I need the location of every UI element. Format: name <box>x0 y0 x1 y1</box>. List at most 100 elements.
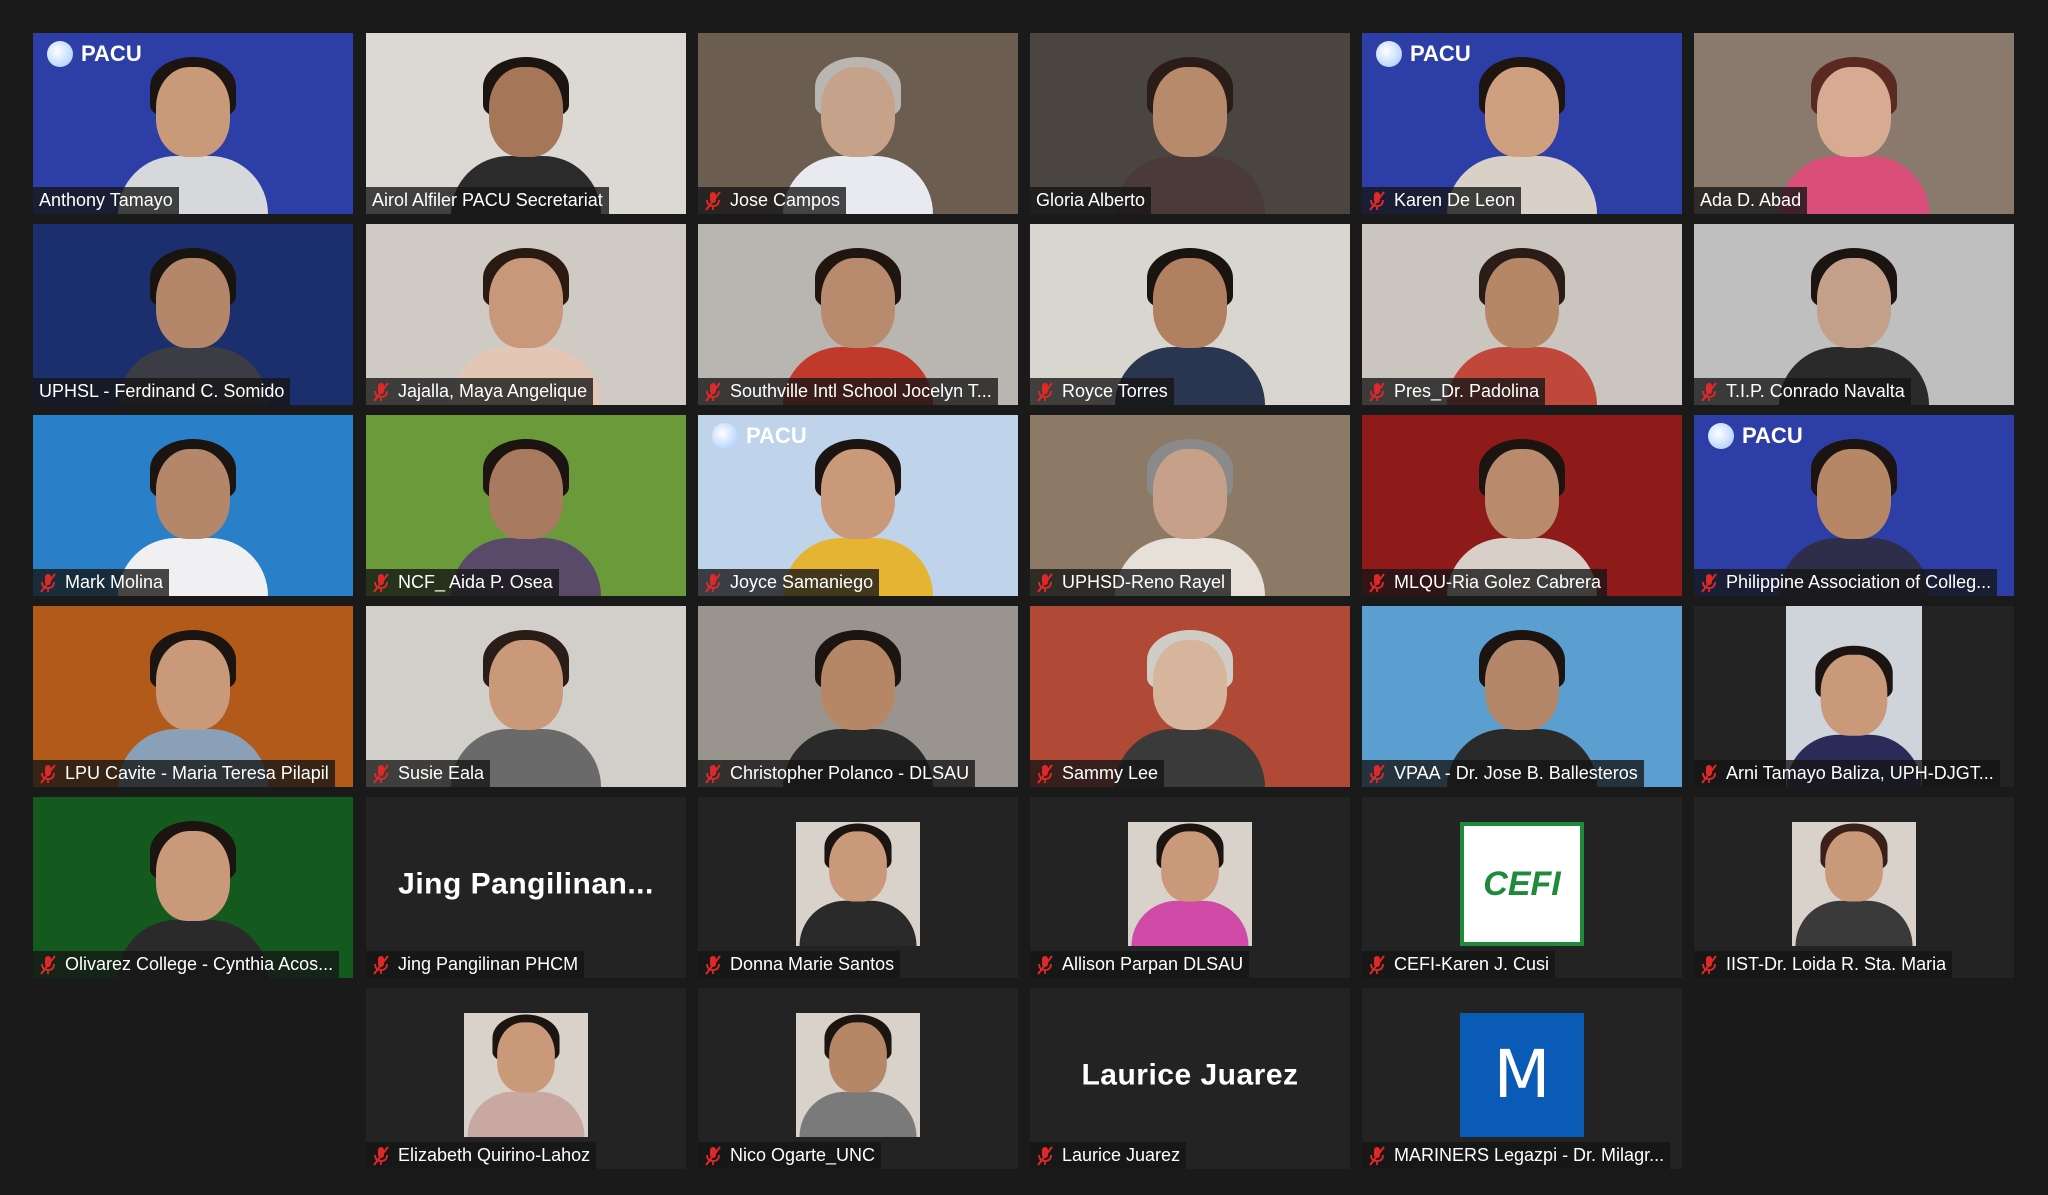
participant-tile[interactable]: MLQU-Ria Golez Cabrera <box>1362 415 1682 596</box>
participant-tile[interactable]: Olivarez College - Cynthia Acos... <box>33 797 353 978</box>
muted-mic-icon <box>39 954 57 975</box>
participant-name-label: Sammy Lee <box>1030 760 1165 787</box>
participant-video-figure <box>799 1013 917 1137</box>
participant-tile[interactable]: Sammy Lee <box>1030 606 1350 787</box>
participant-name: Nico Ogarte_UNC <box>730 1145 876 1165</box>
participant-name-label: UPHSL - Ferdinand C. Somido <box>33 378 291 405</box>
participant-name-label: Donna Marie Santos <box>698 951 901 978</box>
participant-name-label: Joyce Samaniego <box>698 569 880 596</box>
participant-tile[interactable]: Susie Eala <box>366 606 686 787</box>
participant-tile[interactable]: LPU Cavite - Maria Teresa Pilapil <box>33 606 353 787</box>
participant-video-figure <box>467 1013 585 1137</box>
participant-tile[interactable]: Allison Parpan DLSAU <box>1030 797 1350 978</box>
participant-name-label: Arni Tamayo Baliza, UPH-DJGT... <box>1694 760 2000 787</box>
muted-mic-icon <box>39 763 57 784</box>
muted-mic-icon <box>704 1145 722 1166</box>
participant-tile[interactable]: IIST-Dr. Loida R. Sta. Maria <box>1694 797 2014 978</box>
muted-mic-icon <box>1368 1145 1386 1166</box>
participant-tile[interactable]: Elizabeth Quirino-Lahoz <box>366 988 686 1169</box>
participant-tile[interactable]: Gloria Alberto <box>1030 33 1350 214</box>
participant-name-label: Royce Torres <box>1030 378 1174 405</box>
participant-name: Gloria Alberto <box>1036 190 1146 210</box>
participant-name: Jing Pangilinan PHCM <box>398 954 579 974</box>
participant-tile[interactable]: PACU Philippine Association of Colleg... <box>1694 415 2014 596</box>
participant-name-label: Jing Pangilinan PHCM <box>366 951 585 978</box>
participant-tile[interactable]: Pres_Dr. Padolina <box>1362 224 1682 405</box>
participant-video-figure <box>1795 822 1913 946</box>
muted-mic-icon <box>39 572 57 593</box>
participant-name: Royce Torres <box>1062 381 1168 401</box>
participant-name-label: Susie Eala <box>366 760 491 787</box>
profile-photo <box>1128 822 1252 946</box>
participant-tile[interactable]: UPHSL - Ferdinand C. Somido <box>33 224 353 405</box>
participant-tile[interactable]: NCF_ Aida P. Osea <box>366 415 686 596</box>
profile-photo <box>796 822 920 946</box>
muted-mic-icon <box>1700 572 1718 593</box>
participant-name: Jajalla, Maya Angelique <box>398 381 588 401</box>
participant-name-label: Allison Parpan DLSAU <box>1030 951 1250 978</box>
participant-tile[interactable]: T.I.P. Conrado Navalta <box>1694 224 2014 405</box>
muted-mic-icon <box>704 190 722 211</box>
participant-name: VPAA - Dr. Jose B. Ballesteros <box>1394 763 1638 783</box>
participant-name-label: Philippine Association of Colleg... <box>1694 569 1998 596</box>
participant-tile[interactable]: Nico Ogarte_UNC <box>698 988 1018 1169</box>
participant-name-label: Nico Ogarte_UNC <box>698 1142 882 1169</box>
profile-photo <box>464 1013 588 1137</box>
participant-name: Allison Parpan DLSAU <box>1062 954 1244 974</box>
pacu-logo-icon <box>1708 423 1734 449</box>
participant-tile[interactable]: Donna Marie Santos <box>698 797 1018 978</box>
participant-tile[interactable]: Southville Intl School Jocelyn T... <box>698 224 1018 405</box>
participant-name-label: Jajalla, Maya Angelique <box>366 378 594 405</box>
participant-tile[interactable]: VPAA - Dr. Jose B. Ballesteros <box>1362 606 1682 787</box>
display-name: Laurice Juarez <box>1081 1058 1299 1092</box>
muted-mic-icon <box>372 381 390 402</box>
participant-tile[interactable]: CEFI CEFI-Karen J. Cusi <box>1362 797 1682 978</box>
participant-name: Christopher Polanco - DLSAU <box>730 763 970 783</box>
participant-name: CEFI-Karen J. Cusi <box>1394 954 1550 974</box>
participant-name: Pres_Dr. Padolina <box>1394 381 1540 401</box>
muted-mic-icon <box>1368 763 1386 784</box>
participant-name: UPHSD-Reno Rayel <box>1062 572 1226 592</box>
participant-name: Elizabeth Quirino-Lahoz <box>398 1145 591 1165</box>
participant-tile[interactable]: M MARINERS Legazpi - Dr. Milagr... <box>1362 988 1682 1169</box>
muted-mic-icon <box>704 763 722 784</box>
participant-name: MLQU-Ria Golez Cabrera <box>1394 572 1602 592</box>
muted-mic-icon <box>704 572 722 593</box>
participant-tile[interactable]: Airol Alfiler PACU Secretariat <box>366 33 686 214</box>
participant-tile[interactable]: PACU Anthony Tamayo <box>33 33 353 214</box>
participant-name-label: CEFI-Karen J. Cusi <box>1362 951 1556 978</box>
pacu-logo-icon <box>1376 41 1402 67</box>
muted-mic-icon <box>1036 572 1054 593</box>
participant-name-label: MLQU-Ria Golez Cabrera <box>1362 569 1608 596</box>
participant-name: Philippine Association of Colleg... <box>1726 572 1992 592</box>
participant-tile[interactable]: Laurice Juarez Laurice Juarez <box>1030 988 1350 1169</box>
muted-mic-icon <box>704 954 722 975</box>
participant-tile[interactable]: Jajalla, Maya Angelique <box>366 224 686 405</box>
participant-tile[interactable]: Jose Campos <box>698 33 1018 214</box>
muted-mic-icon <box>372 1145 390 1166</box>
participant-name-label: Olivarez College - Cynthia Acos... <box>33 951 340 978</box>
pacu-logo-icon <box>47 41 73 67</box>
participant-tile[interactable]: Arni Tamayo Baliza, UPH-DJGT... <box>1694 606 2014 787</box>
participant-name: IIST-Dr. Loida R. Sta. Maria <box>1726 954 1947 974</box>
participant-tile[interactable]: PACU Karen De Leon <box>1362 33 1682 214</box>
participant-name-label: Elizabeth Quirino-Lahoz <box>366 1142 597 1169</box>
participant-name: Ada D. Abad <box>1700 190 1802 210</box>
participant-tile[interactable]: PACU Joyce Samaniego <box>698 415 1018 596</box>
participant-tile[interactable]: Royce Torres <box>1030 224 1350 405</box>
participant-tile[interactable]: Christopher Polanco - DLSAU <box>698 606 1018 787</box>
participant-tile[interactable]: Jing Pangilinan... Jing Pangilinan PHCM <box>366 797 686 978</box>
participant-tile[interactable]: Ada D. Abad <box>1694 33 2014 214</box>
participant-tile[interactable]: UPHSD-Reno Rayel <box>1030 415 1350 596</box>
participant-name-label: Ada D. Abad <box>1694 187 1808 214</box>
participant-name-label: IIST-Dr. Loida R. Sta. Maria <box>1694 951 1953 978</box>
muted-mic-icon <box>1368 381 1386 402</box>
participant-name: Laurice Juarez <box>1062 1145 1181 1165</box>
participant-name: Sammy Lee <box>1062 763 1159 783</box>
participant-name-label: Jose Campos <box>698 187 847 214</box>
letter-avatar: M <box>1460 1013 1584 1137</box>
participant-name: Susie Eala <box>398 763 485 783</box>
profile-photo <box>796 1013 920 1137</box>
participant-name: Anthony Tamayo <box>39 190 173 210</box>
participant-tile[interactable]: Mark Molina <box>33 415 353 596</box>
